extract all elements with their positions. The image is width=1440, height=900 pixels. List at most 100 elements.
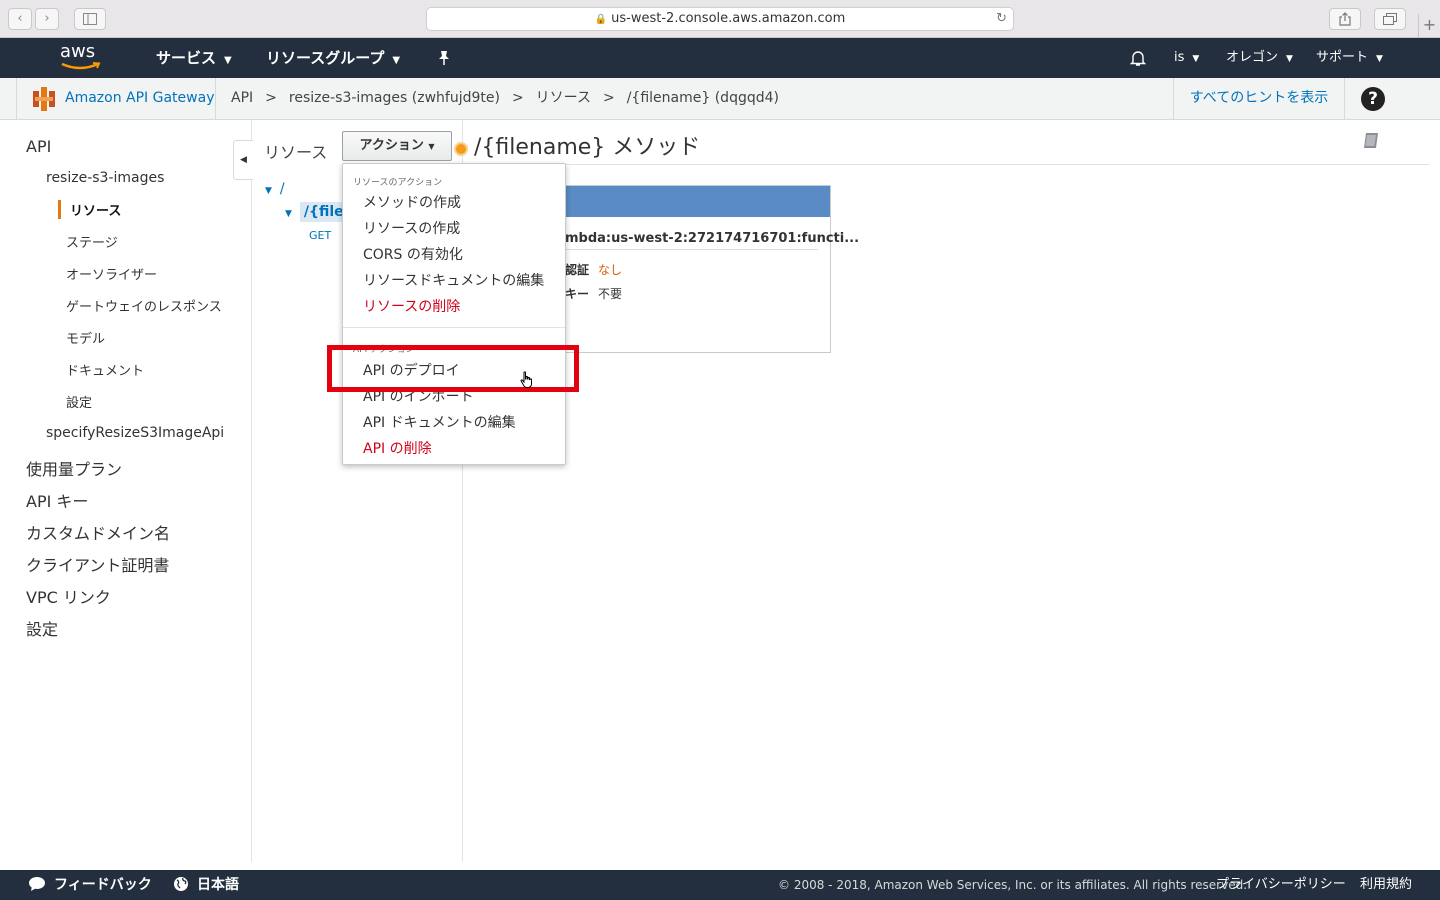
resource-actions-header: リソースのアクション bbox=[353, 178, 443, 188]
resources-title: リソース bbox=[264, 143, 328, 162]
actions-button[interactable]: アクション ▼ bbox=[342, 131, 452, 161]
api-gateway-icon bbox=[33, 87, 55, 111]
sidebar-item-api-keys[interactable]: API キー bbox=[26, 488, 88, 512]
pin-icon bbox=[439, 51, 449, 65]
status-dot-icon bbox=[454, 142, 468, 156]
auth-label: 認証 bbox=[565, 263, 590, 277]
expand-arrow-icon: ▼ bbox=[265, 186, 272, 196]
share-button[interactable] bbox=[1329, 8, 1361, 30]
api-key-label: キー bbox=[565, 287, 590, 301]
menu-item-delete-resource[interactable]: リソースの削除 bbox=[363, 296, 460, 316]
tree-node-root-label: / bbox=[279, 181, 285, 197]
forward-button[interactable]: › bbox=[35, 8, 59, 30]
sidebar-item-vpc-links[interactable]: VPC リンク bbox=[26, 584, 111, 608]
menu-item-create-method[interactable]: メソッドの作成 bbox=[363, 192, 461, 212]
resource-groups-label: リソースグループ bbox=[266, 49, 385, 67]
sidebar-item-authorizers[interactable]: オーソライザー bbox=[66, 264, 157, 283]
lock-icon: 🔒 bbox=[594, 14, 608, 25]
tabs-button[interactable] bbox=[1374, 8, 1406, 30]
service-name: Amazon API Gateway bbox=[65, 90, 215, 106]
language-selector[interactable]: 日本語 bbox=[173, 870, 239, 900]
language-label: 日本語 bbox=[197, 877, 239, 893]
privacy-policy-link[interactable]: プライバシーポリシー bbox=[1216, 870, 1346, 900]
sidebar-item-usage-plans[interactable]: 使用量プラン bbox=[26, 456, 122, 480]
breadcrumb-resources[interactable]: リソース bbox=[536, 90, 591, 106]
speech-bubble-icon bbox=[29, 877, 45, 891]
help-icon[interactable]: ? bbox=[1361, 87, 1385, 111]
resource-groups-menu[interactable]: リソースグループ ▼ bbox=[266, 38, 400, 78]
support-label: サポート bbox=[1316, 50, 1369, 65]
sidebar-toggle-button[interactable] bbox=[74, 8, 106, 30]
address-bar[interactable]: 🔒 us-west-2.console.aws.amazon.com ↻ bbox=[426, 7, 1014, 31]
highlight-annotation bbox=[327, 345, 579, 392]
sidebar-icon bbox=[83, 13, 97, 25]
breadcrumb-api-name[interactable]: resize-s3-images (zwhfujd9te) bbox=[289, 90, 500, 106]
tree-method-get[interactable]: GET bbox=[309, 229, 331, 242]
collapse-sidebar-button[interactable]: ◀ bbox=[233, 140, 253, 180]
auth-value: なし bbox=[598, 263, 623, 277]
support-menu[interactable]: サポート ▼ bbox=[1316, 38, 1383, 78]
actions-dropdown-menu: リソースのアクション メソッドの作成 リソースの作成 CORS の有効化 リソー… bbox=[342, 163, 566, 465]
sidebar-item-api-settings[interactable]: 設定 bbox=[66, 392, 92, 411]
feedback-label: フィードバック bbox=[54, 877, 152, 893]
feedback-button[interactable]: フィードバック bbox=[28, 870, 152, 900]
reload-icon[interactable]: ↻ bbox=[996, 8, 1007, 30]
menu-item-edit-resource-docs[interactable]: リソースドキュメントの編集 bbox=[363, 270, 544, 290]
back-button[interactable]: ‹ bbox=[8, 8, 32, 30]
sidebar-item-resources[interactable]: リソース bbox=[58, 200, 121, 219]
chevron-down-icon: ▼ bbox=[1192, 54, 1200, 64]
show-all-hints-link[interactable]: すべてのヒントを表示 bbox=[1173, 78, 1345, 119]
sidebar-item-documentation[interactable]: ドキュメント bbox=[66, 360, 144, 379]
breadcrumb-separator: > bbox=[511, 90, 524, 106]
terms-link[interactable]: 利用規約 bbox=[1360, 870, 1412, 900]
notifications-button[interactable] bbox=[1129, 38, 1147, 78]
chevron-left-icon: ◀ bbox=[240, 155, 247, 165]
sidebar-item-api-name[interactable]: resize-s3-images bbox=[46, 170, 164, 186]
sidebar-item-gateway-responses[interactable]: ゲートウェイのレスポンス bbox=[66, 296, 222, 315]
url-text: us-west-2.console.aws.amazon.com bbox=[611, 11, 846, 26]
sidebar-item-models[interactable]: モデル bbox=[66, 328, 105, 347]
aws-logo[interactable]: aws bbox=[60, 41, 102, 73]
service-home-link[interactable]: Amazon API Gateway bbox=[16, 78, 216, 119]
copyright-text: © 2008 - 2018, Amazon Web Services, Inc.… bbox=[778, 878, 1248, 892]
sidebar-item-client-certificates[interactable]: クライアント証明書 bbox=[26, 552, 169, 576]
caret-down-icon: ▼ bbox=[428, 142, 435, 151]
card-divider bbox=[565, 249, 818, 250]
sidebar-item-settings[interactable]: 設定 bbox=[26, 616, 58, 640]
chevron-down-icon: ▼ bbox=[1286, 54, 1293, 64]
menu-item-enable-cors[interactable]: CORS の有効化 bbox=[363, 244, 463, 264]
sidebar-item-stages[interactable]: ステージ bbox=[66, 232, 118, 251]
region-menu[interactable]: オレゴン ▼ bbox=[1226, 38, 1293, 78]
menu-item-create-resource[interactable]: リソースの作成 bbox=[363, 218, 460, 238]
api-key-value: 不要 bbox=[598, 287, 623, 301]
sidebar: API resize-s3-images リソース ステージ オーソライザー ゲ… bbox=[0, 120, 252, 862]
breadcrumb-resource: /{filename} (dqgqd4) bbox=[626, 90, 779, 106]
expand-arrow-icon: ▼ bbox=[285, 209, 292, 219]
breadcrumb-separator: > bbox=[265, 90, 277, 106]
menu-item-edit-api-docs[interactable]: API ドキュメントの編集 bbox=[363, 412, 516, 432]
tree-node-root[interactable]: ▼ / bbox=[265, 181, 285, 197]
aws-top-nav: aws サービス ▼ リソースグループ ▼ is ▼ オレゴン ▼ サポート ▼ bbox=[0, 38, 1440, 78]
footer: フィードバック 日本語 © 2008 - 2018, Amazon Web Se… bbox=[0, 870, 1440, 900]
menu-item-delete-api[interactable]: API の削除 bbox=[363, 438, 432, 458]
book-icon[interactable] bbox=[1362, 131, 1382, 151]
globe-icon bbox=[174, 877, 188, 891]
region-label: オレゴン bbox=[1226, 50, 1279, 65]
new-tab-button[interactable]: + bbox=[1418, 14, 1440, 38]
hand-cursor-icon bbox=[520, 371, 532, 388]
user-label: is bbox=[1174, 50, 1185, 65]
sidebar-item-custom-domains[interactable]: カスタムドメイン名 bbox=[26, 520, 170, 544]
page-title: /{filename} メソッド bbox=[474, 135, 701, 160]
breadcrumb: API > resize-s3-images (zwhfujd9te) > リソース > /… bbox=[231, 78, 779, 119]
lambda-integration-link[interactable]: mbda:us-west-2:272174716701:functi... bbox=[565, 231, 859, 246]
menu-divider bbox=[343, 327, 565, 328]
user-menu[interactable]: is ▼ bbox=[1174, 38, 1199, 78]
pin-button[interactable] bbox=[437, 38, 451, 78]
services-menu[interactable]: サービス ▼ bbox=[156, 38, 232, 78]
breadcrumb-api[interactable]: API bbox=[231, 90, 253, 106]
chevron-down-icon: ▼ bbox=[392, 55, 401, 66]
sidebar-item-other-api[interactable]: specifyResizeS3ImageApi bbox=[46, 425, 224, 441]
breadcrumb-bar: Amazon API Gateway API > resize-s3-images … bbox=[0, 78, 1440, 120]
sidebar-item-api[interactable]: API bbox=[26, 137, 51, 156]
title-divider bbox=[474, 164, 1430, 165]
